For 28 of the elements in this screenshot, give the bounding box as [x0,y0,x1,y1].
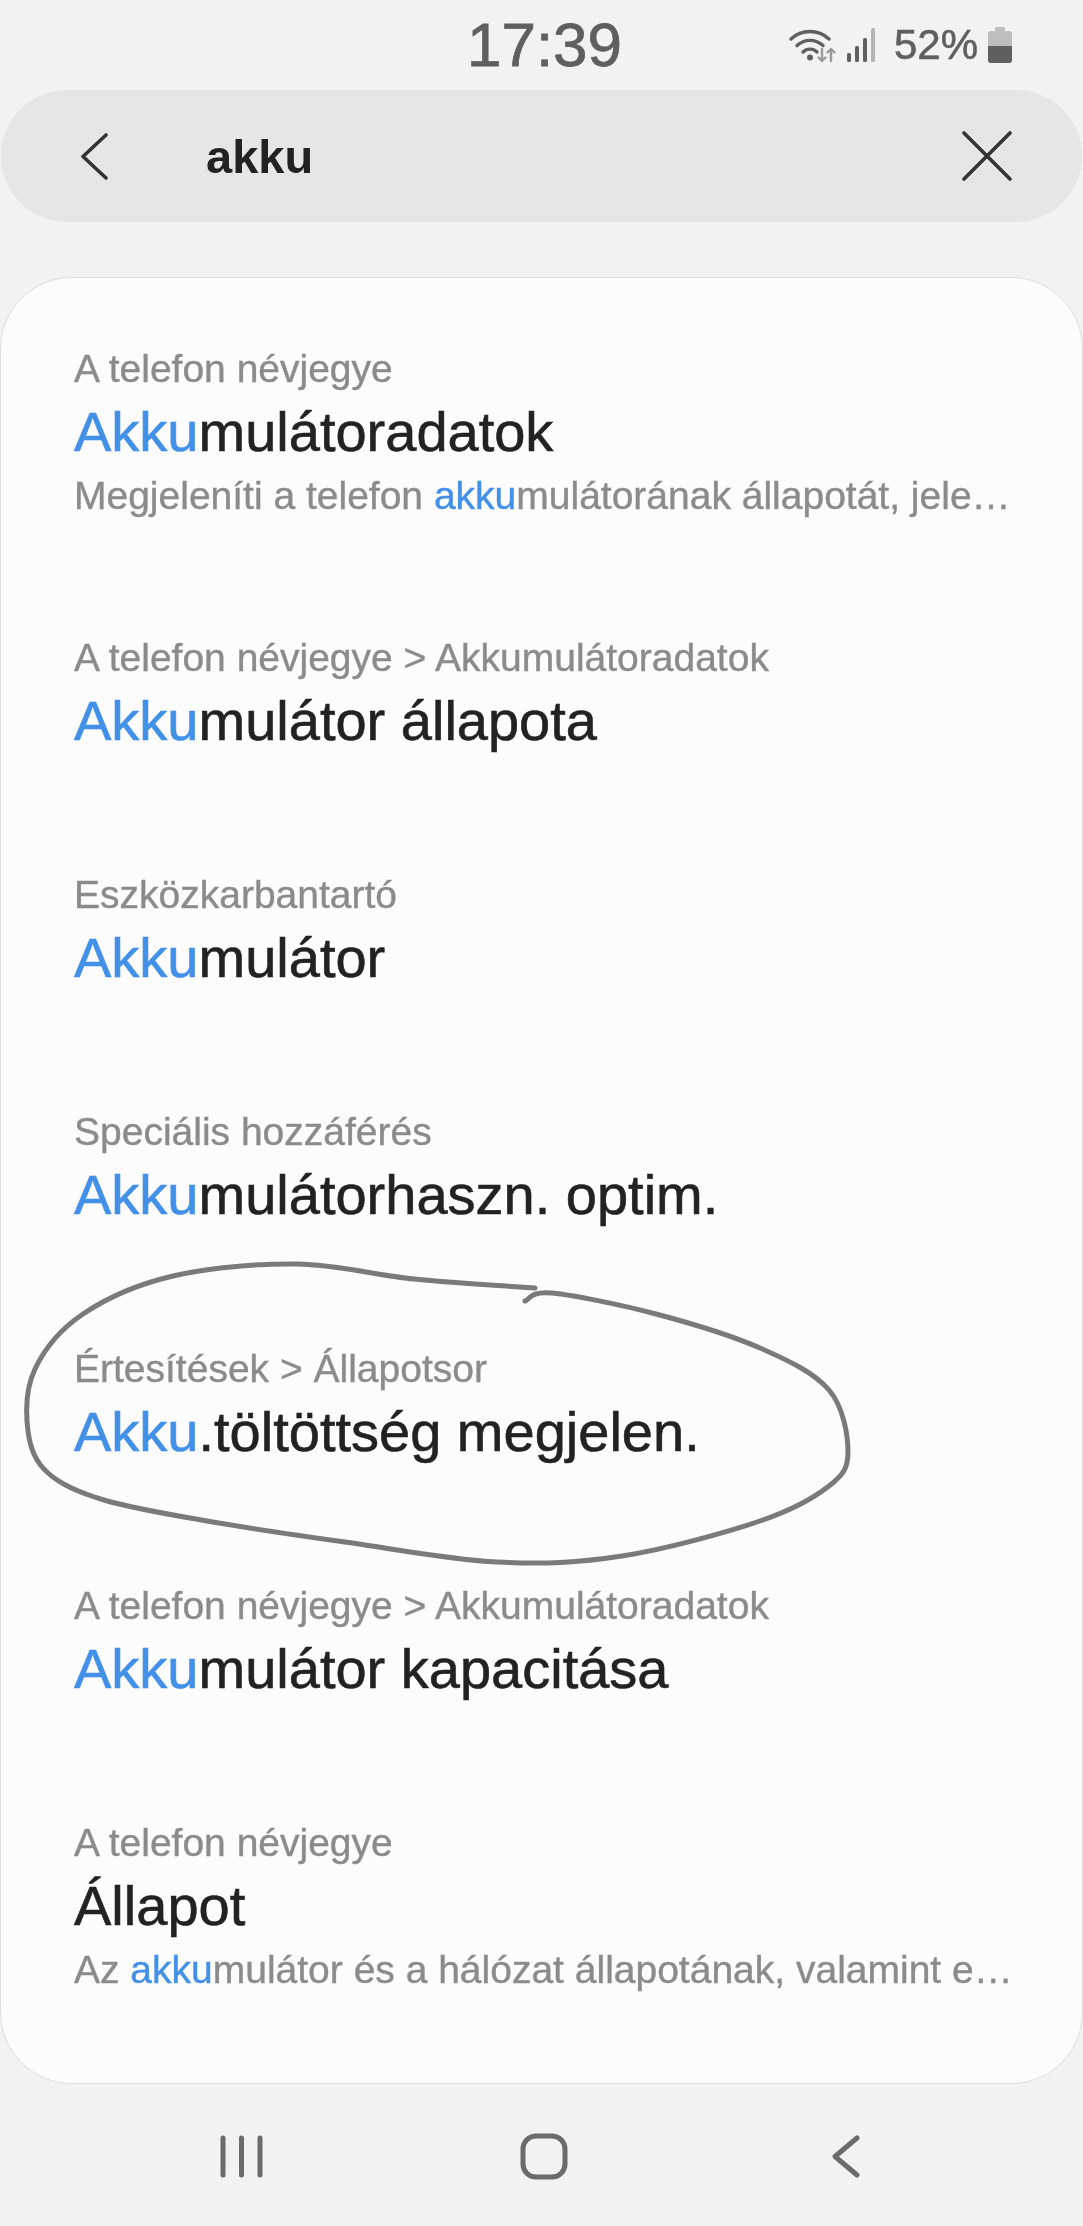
result-title[interactable]: Akku.töltöttség megjelen. [74,1394,1062,1470]
signal-icon [845,28,877,62]
result-title[interactable]: Akkumulátor kapacitása [74,1631,1062,1707]
result-title[interactable]: Akkumulátorhaszn. optim. [74,1157,1062,1233]
battery-icon [988,27,1012,63]
result-path: Értesítések > Állapotsor [74,1346,488,1392]
battery-percent: 52% [893,24,978,66]
chevron-left-icon[interactable] [831,2134,860,2178]
close-icon[interactable] [962,131,1012,181]
search-field[interactable]: akku [206,126,922,186]
search-bar[interactable]: akku [1,90,1082,222]
result-title[interactable]: Akkumulátor [74,920,1062,996]
chevron-left-icon[interactable] [79,132,109,180]
result-path: A telefon névjegye [74,1820,394,1866]
result-path: A telefon névjegye > Akkumulátoradatok [74,635,770,681]
wifi-icon [788,27,836,63]
result-path: Eszközkarbantartó [74,872,398,918]
result-description: Az akkumulátor és a hálózat állapotának, valamint e… [74,1947,1014,1993]
three-bars-icon[interactable] [220,2134,263,2178]
result-path: A telefon névjegye > Akkumulátoradatok [74,1583,770,1629]
result-path: Speciális hozzáférés [74,1109,433,1155]
result-title[interactable]: Akkumulátoradatok [74,394,1062,470]
result-title[interactable]: Állapot [74,1868,1062,1944]
result-path: A telefon névjegye [74,346,394,392]
status-time: 17:39 [465,14,623,76]
result-description: Megjeleníti a telefon akkumulátorának állapotát, jele… [74,473,1012,519]
rounded-square-icon[interactable] [519,2132,568,2180]
result-title[interactable]: Akkumulátor állapota [74,683,1062,759]
